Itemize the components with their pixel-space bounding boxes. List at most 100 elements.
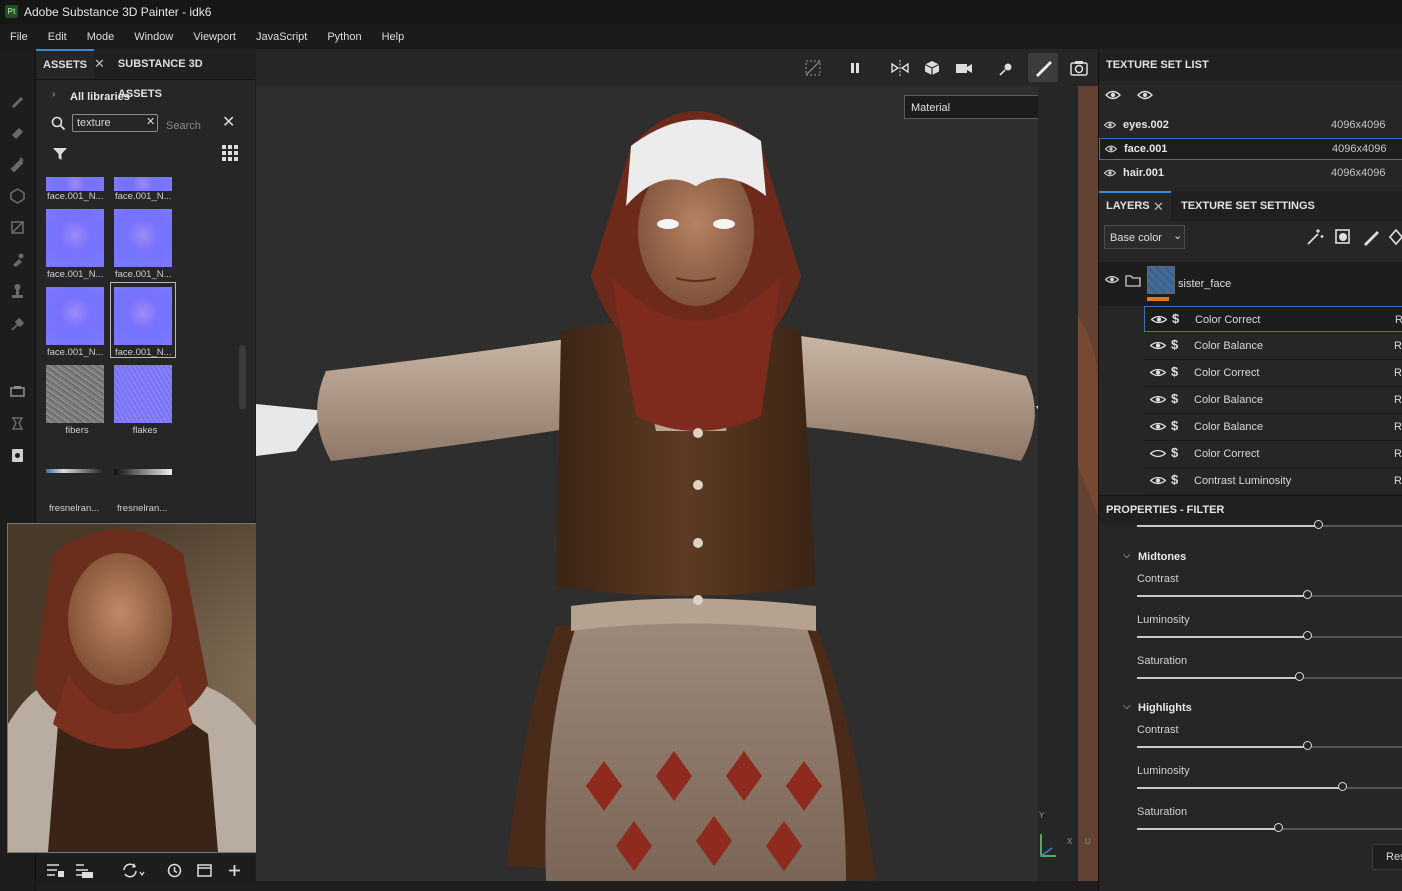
- refresh-icon[interactable]: [121, 862, 145, 879]
- add-mask-icon[interactable]: [1334, 228, 1352, 246]
- slider-knob[interactable]: [1295, 672, 1304, 681]
- layer-item[interactable]: $ Color Correct Re: [1144, 306, 1402, 332]
- group-highlights[interactable]: Highlights: [1138, 702, 1192, 714]
- pause-icon[interactable]: [845, 58, 865, 78]
- asset-thumbnail[interactable]: [114, 469, 172, 475]
- asset-thumbnail[interactable]: [114, 365, 172, 423]
- asset-thumbnail[interactable]: [46, 287, 104, 345]
- menu-edit[interactable]: Edit: [38, 31, 77, 43]
- projection-icon[interactable]: [9, 155, 26, 172]
- layer-blend-mode[interactable]: Re: [1394, 475, 1402, 487]
- eye-closed-icon[interactable]: [1150, 448, 1166, 459]
- layer-item[interactable]: $ Color Correct Re: [1144, 360, 1402, 387]
- menu-window[interactable]: Window: [124, 31, 183, 43]
- layer-blend-mode[interactable]: Re: [1394, 340, 1402, 352]
- slider-track[interactable]: [1137, 741, 1402, 750]
- asset-thumbnail[interactable]: [114, 177, 172, 191]
- settings-eye-icon[interactable]: [1105, 88, 1121, 102]
- asset-thumbnail[interactable]: [114, 209, 172, 267]
- export-resources-icon[interactable]: [76, 863, 93, 878]
- eye-icon[interactable]: [1150, 394, 1166, 405]
- display-cube-icon[interactable]: [922, 58, 942, 78]
- eye-icon[interactable]: [1105, 274, 1119, 285]
- chevron-down-icon[interactable]: ⌵: [1123, 701, 1131, 712]
- add-icon[interactable]: [228, 864, 241, 877]
- layer-item[interactable]: $ Color Balance Re: [1144, 387, 1402, 414]
- layer-blend-mode[interactable]: Re: [1394, 421, 1402, 433]
- menu-help[interactable]: Help: [372, 31, 415, 43]
- camera-icon[interactable]: [954, 58, 974, 78]
- stamp-icon[interactable]: [9, 283, 26, 300]
- layer-group-row[interactable]: sister_face: [1099, 262, 1402, 306]
- menu-viewport[interactable]: Viewport: [183, 31, 246, 43]
- texture-set-row[interactable]: hair.001 4096x4096: [1099, 163, 1402, 185]
- smudge-icon[interactable]: [9, 219, 26, 236]
- import-resources-icon[interactable]: [47, 863, 64, 878]
- slider-track[interactable]: [1137, 823, 1402, 832]
- layer-item[interactable]: $ Color Balance Re: [1144, 333, 1402, 360]
- eye-icon[interactable]: [1150, 340, 1166, 351]
- slider-track[interactable]: [1137, 672, 1402, 681]
- geometry-fill-icon[interactable]: [9, 187, 26, 204]
- eye-icon[interactable]: [1150, 421, 1166, 432]
- tab-substance-3d-assets[interactable]: SUBSTANCE 3D ASSETS: [111, 49, 255, 100]
- tab-layers[interactable]: LAYERS: [1106, 200, 1150, 212]
- group-midtones[interactable]: Midtones: [1138, 551, 1186, 563]
- add-paint-layer-icon[interactable]: [1362, 228, 1380, 246]
- eye-icon[interactable]: [1150, 367, 1166, 378]
- layer-blend-mode[interactable]: Re: [1395, 314, 1402, 326]
- search-tag[interactable]: texture ✕: [72, 114, 158, 132]
- visibility-eye-icon[interactable]: [1137, 88, 1153, 102]
- slider-knob[interactable]: [1314, 520, 1323, 529]
- slider-track[interactable]: [1137, 520, 1402, 529]
- grid-view-icon[interactable]: [222, 145, 238, 161]
- tab-assets[interactable]: ASSETS: [36, 49, 95, 79]
- remove-tag-icon[interactable]: ✕: [146, 115, 155, 128]
- asset-thumbnail[interactable]: [114, 287, 172, 345]
- tab-texture-set-settings[interactable]: TEXTURE SET SETTINGS: [1181, 200, 1315, 212]
- eye-icon[interactable]: [1104, 120, 1116, 130]
- color-picker-icon[interactable]: [9, 315, 26, 332]
- close-assets-tab-icon[interactable]: ✕: [94, 56, 105, 72]
- new-folder-icon[interactable]: [197, 863, 212, 878]
- search-input[interactable]: Search: [166, 120, 201, 132]
- slider-track[interactable]: [1137, 631, 1402, 640]
- menu-javascript[interactable]: JavaScript: [246, 31, 317, 43]
- bake-icon[interactable]: [9, 383, 26, 400]
- breadcrumb-chevron-icon[interactable]: ›: [52, 89, 55, 100]
- add-fill-layer-icon[interactable]: [1389, 228, 1402, 246]
- texture-set-row[interactable]: eyes.002 4096x4096: [1099, 115, 1402, 137]
- clear-search-icon[interactable]: ✕: [222, 112, 235, 132]
- slider-track[interactable]: [1137, 590, 1402, 599]
- breadcrumb[interactable]: All libraries: [70, 91, 130, 103]
- filter-icon[interactable]: [52, 146, 68, 162]
- eye-icon[interactable]: [1105, 144, 1117, 154]
- eye-icon[interactable]: [1104, 168, 1116, 178]
- layer-blend-mode[interactable]: Re: [1394, 394, 1402, 406]
- clone-icon[interactable]: [9, 251, 26, 268]
- slider-track[interactable]: [1137, 782, 1402, 791]
- symmetry-icon[interactable]: [890, 58, 910, 78]
- asset-thumbnail[interactable]: [46, 365, 104, 423]
- slider-knob[interactable]: [1303, 631, 1312, 640]
- chevron-down-icon[interactable]: ⌵: [1123, 550, 1131, 561]
- screenshot-camera-icon[interactable]: [1069, 58, 1089, 78]
- reset-button[interactable]: Res: [1372, 844, 1402, 870]
- layer-blend-mode[interactable]: Re: [1394, 448, 1402, 460]
- display-settings-icon[interactable]: [9, 447, 26, 464]
- hide-selection-icon[interactable]: [803, 58, 823, 78]
- channel-select[interactable]: Base color ⌄: [1104, 225, 1185, 249]
- asset-thumbnail[interactable]: [46, 209, 104, 267]
- eye-icon[interactable]: [1151, 314, 1167, 325]
- add-effect-wand-icon[interactable]: [1306, 228, 1324, 246]
- layer-item[interactable]: $ Color Balance Re: [1144, 414, 1402, 441]
- paint-mode-button[interactable]: [1028, 53, 1058, 82]
- 3d-viewport[interactable]: Material ⌄: [256, 49, 1098, 881]
- history-clock-icon[interactable]: [167, 863, 182, 878]
- menu-mode[interactable]: Mode: [77, 31, 125, 43]
- slider-knob[interactable]: [1338, 782, 1347, 791]
- asset-thumbnail[interactable]: [46, 177, 104, 191]
- slider-knob[interactable]: [1303, 590, 1312, 599]
- layer-item[interactable]: $ Contrast Luminosity Re: [1144, 468, 1402, 495]
- close-layers-tab-icon[interactable]: ✕: [1153, 199, 1164, 215]
